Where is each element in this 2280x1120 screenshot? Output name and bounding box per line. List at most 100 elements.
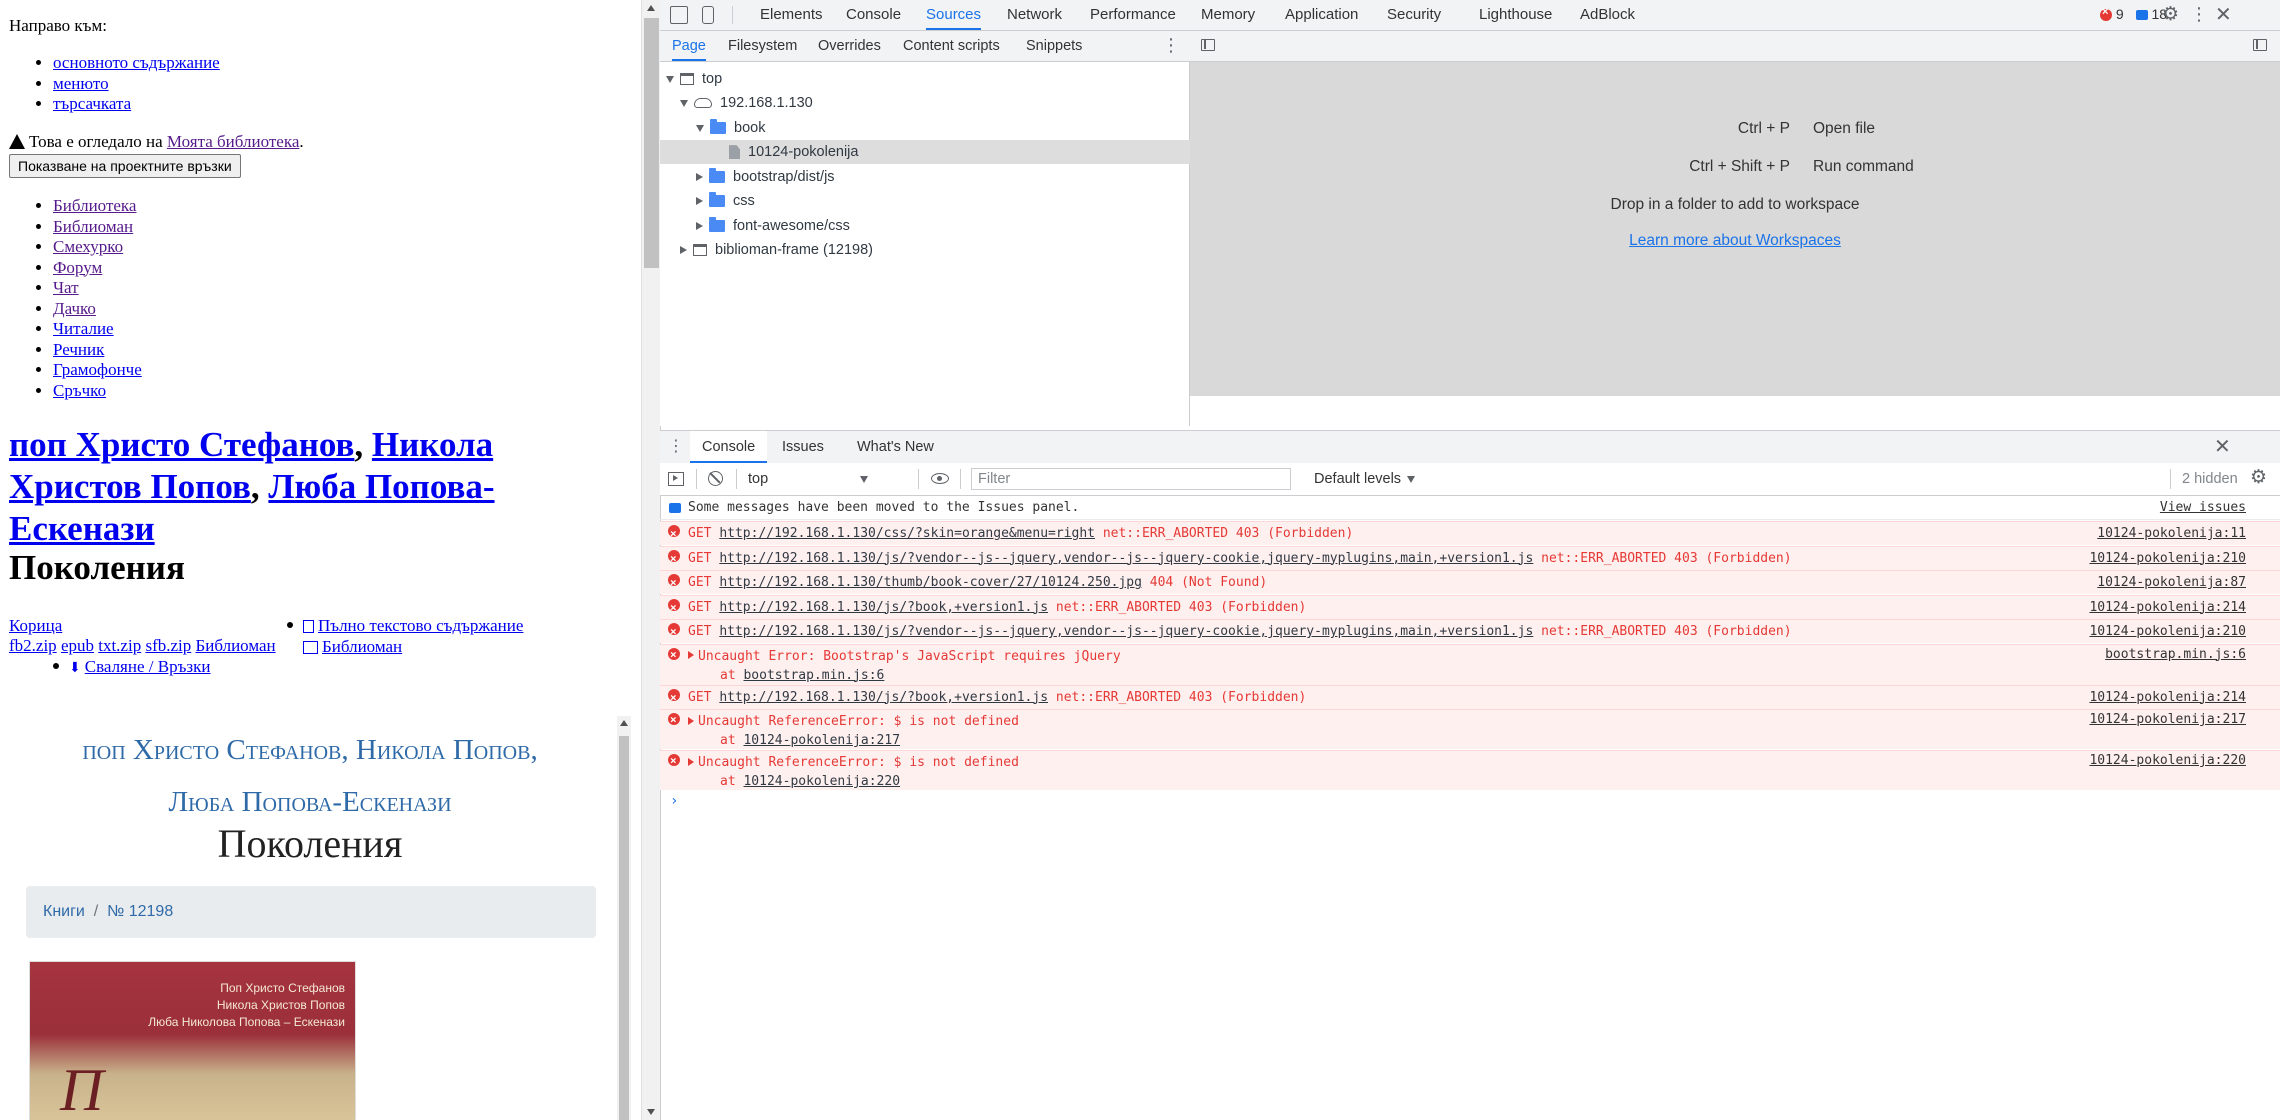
expand-arrow-icon[interactable] <box>688 757 694 766</box>
nav-link-gramofonche[interactable]: Грамофонче <box>53 360 142 379</box>
collapsed-arrow-icon[interactable] <box>696 197 703 206</box>
tab-elements[interactable]: Elements <box>760 0 823 30</box>
collapsed-arrow-icon[interactable] <box>696 222 703 231</box>
nav-link-chitalie[interactable]: Читалие <box>53 319 114 338</box>
page-scrollbar[interactable] <box>641 0 661 1120</box>
tab-console[interactable]: Console <box>846 0 901 30</box>
tab-adblock[interactable]: AdBlock <box>1580 0 1635 30</box>
drawer-tab-console[interactable]: Console <box>690 431 768 463</box>
source-link[interactable]: bootstrap.min.js:6 <box>2105 645 2246 664</box>
format-link-txt[interactable]: txt.zip <box>98 636 141 655</box>
format-link-epub[interactable]: epub <box>61 636 94 655</box>
tab-performance[interactable]: Performance <box>1090 0 1176 30</box>
close-drawer-icon[interactable]: ✕ <box>2214 434 2231 459</box>
styled-author[interactable]: Никола Попов <box>356 734 531 766</box>
request-url[interactable]: http://192.168.1.130/thumb/book-cover/27… <box>719 575 1142 590</box>
source-link[interactable]: 10124-pokolenija:214 <box>2089 596 2246 619</box>
tree-node-folder[interactable]: bootstrap/dist/js <box>660 165 1225 189</box>
source-link[interactable]: 10124-pokolenija:217 <box>2089 710 2246 729</box>
cover-alt-link[interactable]: Корица <box>9 616 62 636</box>
book-cover-image[interactable]: Поп Христо Стефанов Никола Христов Попов… <box>30 962 355 1120</box>
console-prompt-icon[interactable]: › <box>670 793 678 809</box>
scroll-up-arrow-icon[interactable] <box>620 720 628 726</box>
author-link[interactable]: поп Христо Стефанов <box>9 425 354 464</box>
styled-author[interactable]: Люба Попова-Ескенази <box>168 786 451 818</box>
format-link-fb2[interactable]: fb2.zip <box>9 636 57 655</box>
mirror-link[interactable]: Моята библиотека <box>167 132 299 151</box>
nav-link-rechnik[interactable]: Речник <box>53 340 104 359</box>
toc-link[interactable]: Пълно текстово съдържание <box>318 616 523 635</box>
console-network-error[interactable]: GET http://192.168.1.130/js/?book,+versi… <box>660 684 2280 709</box>
expand-arrow-icon[interactable] <box>696 124 704 132</box>
biblioman-link[interactable]: Библиоман <box>322 637 402 656</box>
tree-node-file[interactable]: 10124-pokolenija <box>660 140 1258 164</box>
breadcrumb-number[interactable]: № 12198 <box>107 903 173 920</box>
nav-link-srachko[interactable]: Сръчко <box>53 381 106 400</box>
inner-scrollbar[interactable] <box>617 716 631 1120</box>
tree-node-folder[interactable]: font-awesome/css <box>660 214 1225 238</box>
skip-link-content[interactable]: основното съдържание <box>53 53 220 72</box>
learn-workspaces-link[interactable]: Learn more about Workspaces <box>1190 232 2280 250</box>
source-link[interactable]: 10124-pokolenija:214 <box>2089 686 2246 709</box>
tree-node-host[interactable]: 192.168.1.130 <box>660 91 1209 115</box>
close-devtools-icon[interactable]: ✕ <box>2215 2 2232 27</box>
tab-lighthouse[interactable]: Lighthouse <box>1479 0 1552 30</box>
context-selector[interactable]: top <box>748 467 868 491</box>
tab-snippets[interactable]: Snippets <box>1026 31 1082 61</box>
request-url[interactable]: http://192.168.1.130/js/?vendor--js--jqu… <box>719 624 1533 639</box>
collapsed-arrow-icon[interactable] <box>696 173 703 182</box>
source-link[interactable]: 10124-pokolenija:210 <box>2089 620 2246 643</box>
styled-author[interactable]: поп Христо Стефанов <box>82 734 341 766</box>
console-network-error[interactable]: GET http://192.168.1.130/js/?book,+versi… <box>660 594 2280 619</box>
live-expression-eye-icon[interactable] <box>931 473 949 484</box>
console-exception[interactable]: Uncaught ReferenceError: $ is not define… <box>660 750 2280 790</box>
nav-link-biblioteka[interactable]: Библиотека <box>53 196 136 215</box>
request-url[interactable]: http://192.168.1.130/js/?book,+version1.… <box>719 600 1048 615</box>
scroll-thumb[interactable] <box>644 18 659 268</box>
collapsed-arrow-icon[interactable] <box>680 246 687 255</box>
show-sidebar-icon[interactable] <box>668 472 684 486</box>
settings-gear-icon[interactable]: ⚙ <box>2162 5 2182 25</box>
tab-filesystem[interactable]: Filesystem <box>728 31 797 61</box>
view-issues-link[interactable]: View issues <box>2160 496 2246 520</box>
skip-link-search[interactable]: търсачката <box>53 94 131 113</box>
more-tabs-icon[interactable]: ⋮ <box>1162 35 1180 56</box>
console-network-error[interactable]: GET http://192.168.1.130/css/?skin=orang… <box>660 521 2280 545</box>
nav-link-dachko[interactable]: Дачко <box>53 299 96 318</box>
tree-node-top[interactable]: top <box>660 67 1195 91</box>
nav-link-biblioman[interactable]: Библиоман <box>53 217 133 236</box>
request-url[interactable]: http://192.168.1.130/js/?vendor--js--jqu… <box>719 551 1533 566</box>
expand-arrow-icon[interactable] <box>666 75 674 83</box>
device-toolbar-icon[interactable] <box>702 6 714 24</box>
show-project-links-button[interactable]: Показване на проектните връзки <box>9 154 241 178</box>
nav-link-chat[interactable]: Чат <box>53 278 79 297</box>
toggle-debugger-icon[interactable] <box>2253 39 2267 51</box>
expand-arrow-icon[interactable] <box>680 99 688 107</box>
tab-network[interactable]: Network <box>1007 0 1062 30</box>
console-filter-input[interactable] <box>971 468 1291 490</box>
console-exception[interactable]: Uncaught Error: Bootstrap's JavaScript r… <box>660 643 2280 685</box>
source-link[interactable]: 10124-pokolenija:210 <box>2089 547 2246 570</box>
request-url[interactable]: http://192.168.1.130/css/?skin=orange&me… <box>719 526 1095 541</box>
toggle-navigator-icon[interactable] <box>1201 39 1215 51</box>
console-exception[interactable]: Uncaught ReferenceError: $ is not define… <box>660 709 2280 749</box>
more-options-icon[interactable]: ⋮ <box>2190 4 2208 24</box>
format-link-sfb[interactable]: sfb.zip <box>145 636 191 655</box>
stack-link[interactable]: 10124-pokolenija:220 <box>743 774 900 789</box>
tree-node-folder[interactable]: book <box>660 116 1225 140</box>
scroll-up-arrow-icon[interactable] <box>647 5 655 11</box>
clear-console-icon[interactable] <box>708 471 723 486</box>
scroll-thumb[interactable] <box>619 736 629 1120</box>
request-url[interactable]: http://192.168.1.130/js/?book,+version1.… <box>719 690 1048 705</box>
tab-page[interactable]: Page <box>672 31 706 61</box>
inspect-element-icon[interactable] <box>670 6 688 24</box>
tab-overrides[interactable]: Overrides <box>818 31 881 61</box>
skip-link-menu[interactable]: менюто <box>53 74 109 93</box>
tab-content-scripts[interactable]: Content scripts <box>903 31 1000 61</box>
stack-link[interactable]: bootstrap.min.js:6 <box>743 668 884 683</box>
tab-sources[interactable]: Sources <box>926 0 982 30</box>
format-link-biblioman[interactable]: Библиоман <box>196 636 276 655</box>
nav-link-smehurko[interactable]: Смехурко <box>53 237 123 256</box>
log-levels-dropdown[interactable]: Default levels <box>1314 467 1416 491</box>
source-link[interactable]: 10124-pokolenija:220 <box>2089 751 2246 770</box>
